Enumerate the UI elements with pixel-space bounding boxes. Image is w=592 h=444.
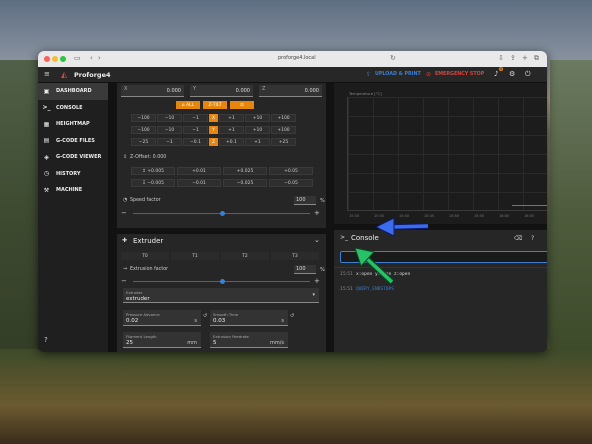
annotation-arrows — [354, 217, 429, 285]
blue-arrow — [374, 217, 429, 237]
green-arrow — [354, 247, 395, 285]
